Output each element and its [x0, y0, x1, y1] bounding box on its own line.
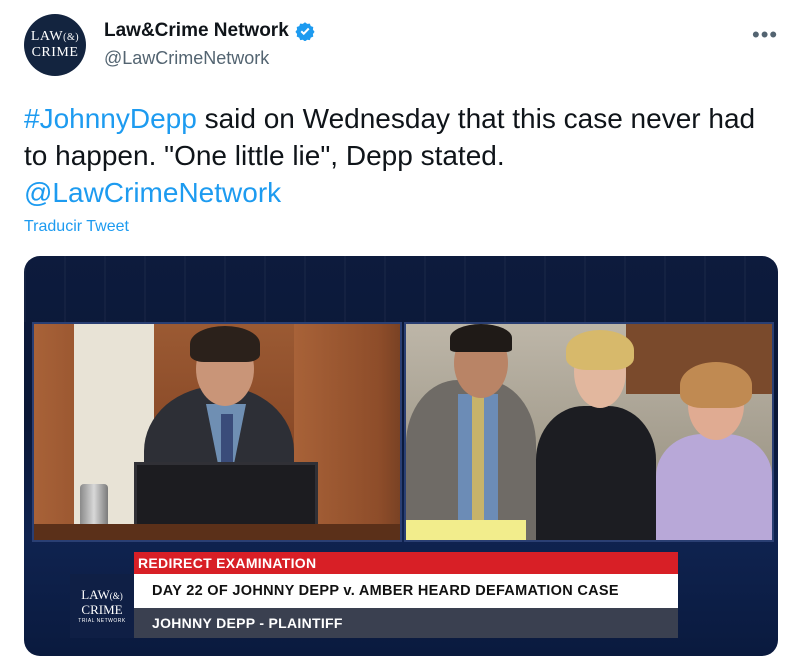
background-stripes — [24, 256, 778, 322]
lawyer-hair — [450, 324, 512, 352]
lower-third-logo: LAW(&) CRIME TRIAL NETWORK — [70, 574, 134, 638]
tweet-media-image[interactable]: REDIRECT EXAMINATION LAW(&) CRIME TRIAL … — [24, 256, 778, 656]
tweet-text: #JohnnyDepp said on Wednesday that this … — [24, 100, 784, 211]
witness-hair — [190, 326, 260, 362]
second-woman-body — [656, 434, 772, 540]
hashtag-link[interactable]: #JohnnyDepp — [24, 103, 197, 134]
woman-hair — [566, 330, 634, 370]
logo-line2: CRIME — [81, 601, 123, 617]
display-name[interactable]: Law&Crime Network — [104, 20, 289, 42]
avatar-logo-line1: LAW(&) — [30, 28, 80, 44]
logo-subtitle: TRIAL NETWORK — [78, 617, 126, 624]
avatar[interactable]: LAW(&) CRIME — [24, 14, 86, 76]
second-woman-hair — [680, 362, 752, 408]
mention-link[interactable]: @LawCrimeNetwork — [24, 177, 281, 208]
lower-third-red-banner: REDIRECT EXAMINATION — [134, 552, 678, 574]
right-video-panel — [404, 322, 774, 542]
translate-tweet-link[interactable]: Traducir Tweet — [24, 218, 129, 236]
left-video-panel — [32, 322, 402, 542]
lower-third-name: JOHNNY DEPP - PLAINTIFF — [134, 608, 678, 638]
more-options-icon[interactable]: ••• — [752, 22, 778, 48]
author-handle[interactable]: @LawCrimeNetwork — [104, 48, 269, 69]
yellow-notepad — [406, 520, 526, 540]
desk — [34, 524, 400, 540]
lawyer-tie — [472, 396, 484, 526]
witness-tie — [221, 414, 233, 469]
avatar-logo-line2: CRIME — [31, 44, 79, 60]
lower-third-title: DAY 22 OF JOHNNY DEPP v. AMBER HEARD DEF… — [134, 574, 678, 608]
logo-line1: LAW(&) — [81, 586, 123, 602]
author-name-row: Law&Crime Network — [104, 20, 315, 42]
woman-blazer — [536, 406, 656, 540]
verified-badge-icon — [295, 22, 315, 41]
